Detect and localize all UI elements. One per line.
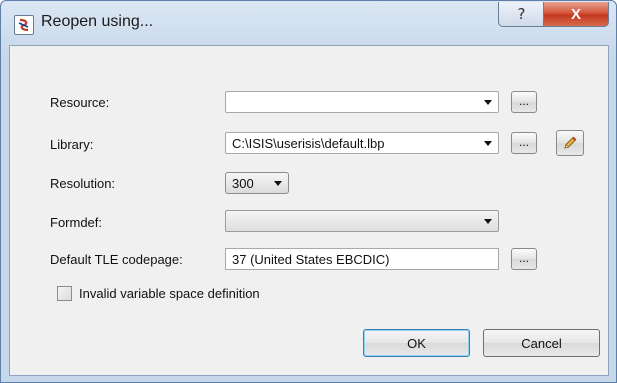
library-label: Library:	[50, 137, 94, 152]
resource-combo[interactable]	[225, 91, 499, 113]
close-button[interactable]: X	[543, 2, 609, 27]
invalid-space-checkbox[interactable]	[57, 286, 72, 301]
chevron-down-icon	[484, 141, 492, 146]
codepage-label: Default TLE codepage:	[50, 252, 183, 267]
formdef-combo[interactable]	[225, 210, 499, 232]
library-browse-button[interactable]: ...	[511, 132, 537, 154]
codepage-field[interactable]: 37 (United States EBCDIC)	[225, 248, 499, 270]
chevron-down-icon	[484, 100, 492, 105]
resolution-value: 300	[232, 176, 254, 191]
pencil-icon	[564, 136, 577, 149]
title-bar: Reopen using... ? X	[1, 1, 616, 45]
resource-label: Resource:	[50, 95, 110, 110]
formdef-label: Formdef:	[50, 215, 103, 230]
resolution-label: Resolution:	[50, 176, 116, 191]
ok-button[interactable]: OK	[363, 329, 470, 357]
reopen-dialog: Reopen using... ? X Resource: ... Librar…	[0, 0, 617, 383]
app-icon	[14, 15, 34, 35]
codepage-browse-button[interactable]: ...	[511, 248, 537, 270]
resource-browse-button[interactable]: ...	[511, 91, 537, 113]
resolution-select[interactable]: 300	[225, 172, 289, 194]
cancel-button[interactable]: Cancel	[483, 329, 600, 357]
help-button[interactable]: ?	[498, 2, 545, 27]
library-value: C:\ISIS\userisis\default.lbp	[232, 136, 385, 151]
chevron-down-icon	[484, 219, 492, 224]
chevron-down-icon	[274, 181, 282, 186]
library-combo[interactable]: C:\ISIS\userisis\default.lbp	[225, 132, 499, 154]
dialog-body: Resource: ... Library: C:\ISIS\userisis\…	[9, 45, 609, 376]
library-edit-button[interactable]	[556, 130, 584, 156]
codepage-value: 37 (United States EBCDIC)	[232, 252, 390, 267]
invalid-space-label[interactable]: Invalid variable space definition	[79, 286, 260, 301]
window-title: Reopen using...	[41, 13, 154, 30]
